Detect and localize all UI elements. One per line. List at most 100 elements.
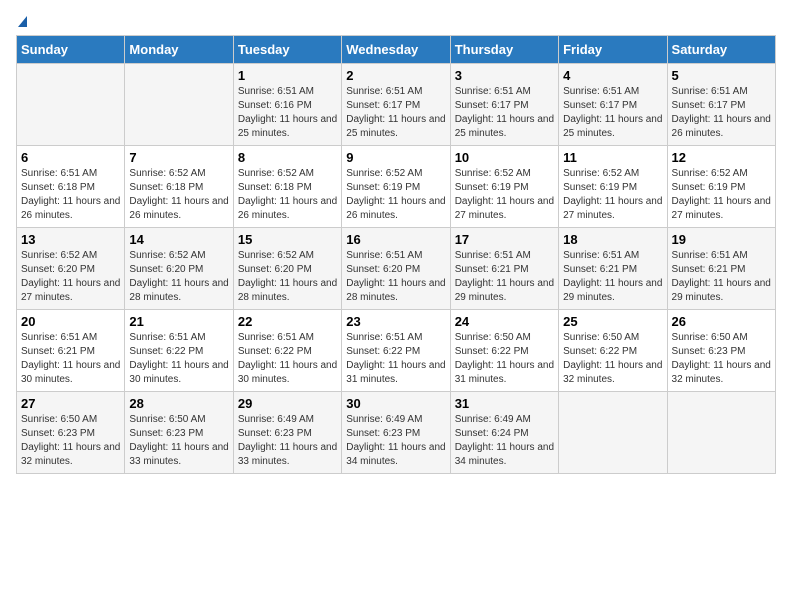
day-number: 6 (21, 150, 120, 165)
day-info: Sunrise: 6:52 AMSunset: 6:19 PMDaylight:… (563, 167, 662, 223)
calendar-cell: 31 Sunrise: 6:49 AMSunset: 6:24 PMDayligh… (450, 392, 558, 474)
day-number: 5 (672, 68, 771, 83)
day-number: 13 (21, 232, 120, 247)
column-header-wednesday: Wednesday (342, 36, 450, 64)
day-info: Sunrise: 6:51 AMSunset: 6:17 PMDaylight:… (563, 85, 662, 141)
day-number: 4 (563, 68, 662, 83)
day-number: 26 (672, 314, 771, 329)
day-number: 8 (238, 150, 337, 165)
day-info: Sunrise: 6:51 AMSunset: 6:22 PMDaylight:… (129, 331, 228, 387)
day-number: 9 (346, 150, 445, 165)
day-info: Sunrise: 6:52 AMSunset: 6:19 PMDaylight:… (455, 167, 554, 223)
day-number: 30 (346, 396, 445, 411)
day-info: Sunrise: 6:52 AMSunset: 6:20 PMDaylight:… (238, 249, 337, 305)
day-info: Sunrise: 6:52 AMSunset: 6:18 PMDaylight:… (238, 167, 337, 223)
day-number: 29 (238, 396, 337, 411)
calendar-cell: 23 Sunrise: 6:51 AMSunset: 6:22 PMDayligh… (342, 310, 450, 392)
day-number: 10 (455, 150, 554, 165)
day-number: 11 (563, 150, 662, 165)
day-number: 19 (672, 232, 771, 247)
day-info: Sunrise: 6:52 AMSunset: 6:19 PMDaylight:… (672, 167, 771, 223)
calendar-cell: 12 Sunrise: 6:52 AMSunset: 6:19 PMDayligh… (667, 146, 775, 228)
day-info: Sunrise: 6:51 AMSunset: 6:22 PMDaylight:… (346, 331, 445, 387)
day-info: Sunrise: 6:49 AMSunset: 6:23 PMDaylight:… (238, 413, 337, 469)
calendar-cell: 3Sunrise: 6:51 AMSunset: 6:17 PMDaylight… (450, 64, 558, 146)
calendar-cell: 7Sunrise: 6:52 AMSunset: 6:18 PMDaylight… (125, 146, 233, 228)
column-header-tuesday: Tuesday (233, 36, 341, 64)
calendar-cell (125, 64, 233, 146)
day-info: Sunrise: 6:50 AMSunset: 6:23 PMDaylight:… (672, 331, 771, 387)
calendar-cell (667, 392, 775, 474)
day-info: Sunrise: 6:52 AMSunset: 6:20 PMDaylight:… (21, 249, 120, 305)
day-number: 28 (129, 396, 228, 411)
day-info: Sunrise: 6:51 AMSunset: 6:21 PMDaylight:… (21, 331, 120, 387)
calendar-week-row: 1Sunrise: 6:51 AMSunset: 6:16 PMDaylight… (17, 64, 776, 146)
calendar-cell: 13 Sunrise: 6:52 AMSunset: 6:20 PMDayligh… (17, 228, 125, 310)
day-info: Sunrise: 6:51 AMSunset: 6:20 PMDaylight:… (346, 249, 445, 305)
calendar-cell: 24Sunrise: 6:50 AMSunset: 6:22 PMDayligh… (450, 310, 558, 392)
logo-triangle-icon (18, 16, 27, 27)
day-number: 24 (455, 314, 554, 329)
day-info: Sunrise: 6:52 AMSunset: 6:19 PMDaylight:… (346, 167, 445, 223)
day-number: 27 (21, 396, 120, 411)
day-number: 1 (238, 68, 337, 83)
day-info: Sunrise: 6:51 AMSunset: 6:17 PMDaylight:… (346, 85, 445, 141)
day-info: Sunrise: 6:50 AMSunset: 6:23 PMDaylight:… (21, 413, 120, 469)
calendar-cell: 21 Sunrise: 6:51 AMSunset: 6:22 PMDayligh… (125, 310, 233, 392)
calendar-cell: 2 Sunrise: 6:51 AMSunset: 6:17 PMDaylight… (342, 64, 450, 146)
day-number: 21 (129, 314, 228, 329)
column-header-thursday: Thursday (450, 36, 558, 64)
page-header (16, 16, 776, 25)
calendar-cell: 19 Sunrise: 6:51 AMSunset: 6:21 PMDayligh… (667, 228, 775, 310)
calendar-table: SundayMondayTuesdayWednesdayThursdayFrid… (16, 35, 776, 474)
calendar-cell: 6 Sunrise: 6:51 AMSunset: 6:18 PMDaylight… (17, 146, 125, 228)
day-info: Sunrise: 6:50 AMSunset: 6:23 PMDaylight:… (129, 413, 228, 469)
day-number: 25 (563, 314, 662, 329)
day-number: 15 (238, 232, 337, 247)
calendar-week-row: 13 Sunrise: 6:52 AMSunset: 6:20 PMDayligh… (17, 228, 776, 310)
day-number: 31 (455, 396, 554, 411)
calendar-cell: 22 Sunrise: 6:51 AMSunset: 6:22 PMDayligh… (233, 310, 341, 392)
calendar-cell: 1Sunrise: 6:51 AMSunset: 6:16 PMDaylight… (233, 64, 341, 146)
calendar-cell: 9 Sunrise: 6:52 AMSunset: 6:19 PMDaylight… (342, 146, 450, 228)
day-info: Sunrise: 6:51 AMSunset: 6:21 PMDaylight:… (672, 249, 771, 305)
day-info: Sunrise: 6:49 AMSunset: 6:24 PMDaylight:… (455, 413, 554, 469)
calendar-cell: 18 Sunrise: 6:51 AMSunset: 6:21 PMDayligh… (559, 228, 667, 310)
calendar-cell: 30 Sunrise: 6:49 AMSunset: 6:23 PMDayligh… (342, 392, 450, 474)
day-info: Sunrise: 6:51 AMSunset: 6:17 PMDaylight:… (672, 85, 771, 141)
day-number: 7 (129, 150, 228, 165)
logo (16, 16, 27, 25)
calendar-cell: 27 Sunrise: 6:50 AMSunset: 6:23 PMDayligh… (17, 392, 125, 474)
column-header-friday: Friday (559, 36, 667, 64)
day-info: Sunrise: 6:51 AMSunset: 6:22 PMDaylight:… (238, 331, 337, 387)
day-number: 12 (672, 150, 771, 165)
calendar-cell: 5 Sunrise: 6:51 AMSunset: 6:17 PMDaylight… (667, 64, 775, 146)
calendar-week-row: 20 Sunrise: 6:51 AMSunset: 6:21 PMDayligh… (17, 310, 776, 392)
calendar-cell: 20 Sunrise: 6:51 AMSunset: 6:21 PMDayligh… (17, 310, 125, 392)
day-info: Sunrise: 6:51 AMSunset: 6:21 PMDaylight:… (455, 249, 554, 305)
day-number: 2 (346, 68, 445, 83)
day-info: Sunrise: 6:52 AMSunset: 6:20 PMDaylight:… (129, 249, 228, 305)
column-header-monday: Monday (125, 36, 233, 64)
calendar-cell: 16 Sunrise: 6:51 AMSunset: 6:20 PMDayligh… (342, 228, 450, 310)
day-number: 20 (21, 314, 120, 329)
day-number: 18 (563, 232, 662, 247)
day-number: 16 (346, 232, 445, 247)
calendar-cell: 29 Sunrise: 6:49 AMSunset: 6:23 PMDayligh… (233, 392, 341, 474)
day-number: 17 (455, 232, 554, 247)
calendar-cell: 26 Sunrise: 6:50 AMSunset: 6:23 PMDayligh… (667, 310, 775, 392)
calendar-cell (17, 64, 125, 146)
calendar-week-row: 6 Sunrise: 6:51 AMSunset: 6:18 PMDaylight… (17, 146, 776, 228)
day-info: Sunrise: 6:49 AMSunset: 6:23 PMDaylight:… (346, 413, 445, 469)
calendar-cell: 11 Sunrise: 6:52 AMSunset: 6:19 PMDayligh… (559, 146, 667, 228)
day-number: 22 (238, 314, 337, 329)
day-number: 23 (346, 314, 445, 329)
column-header-saturday: Saturday (667, 36, 775, 64)
calendar-cell: 4 Sunrise: 6:51 AMSunset: 6:17 PMDaylight… (559, 64, 667, 146)
calendar-cell: 17 Sunrise: 6:51 AMSunset: 6:21 PMDayligh… (450, 228, 558, 310)
calendar-cell: 15 Sunrise: 6:52 AMSunset: 6:20 PMDayligh… (233, 228, 341, 310)
calendar-cell: 10 Sunrise: 6:52 AMSunset: 6:19 PMDayligh… (450, 146, 558, 228)
day-info: Sunrise: 6:51 AMSunset: 6:21 PMDaylight:… (563, 249, 662, 305)
day-info: Sunrise: 6:51 AMSunset: 6:18 PMDaylight:… (21, 167, 120, 223)
calendar-cell: 14Sunrise: 6:52 AMSunset: 6:20 PMDayligh… (125, 228, 233, 310)
